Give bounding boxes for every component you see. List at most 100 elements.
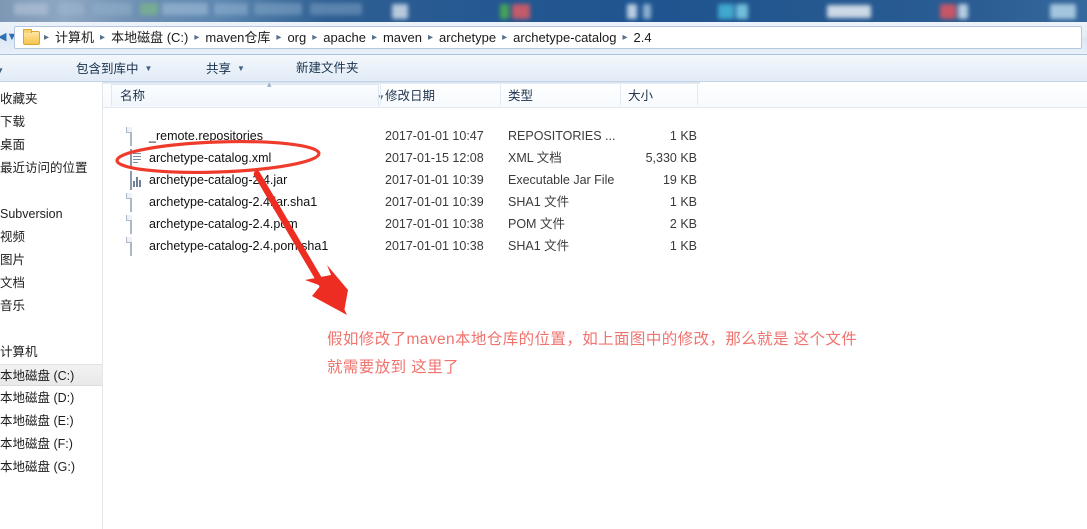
file-name: archetype-catalog-2.4.jar xyxy=(149,173,288,187)
nav-arrows-group[interactable]: ◀ ▼ xyxy=(0,28,17,46)
file-name: archetype-catalog-2.4.pom xyxy=(149,217,298,231)
breadcrumb-item-computer[interactable]: 计算机 xyxy=(50,27,99,48)
file-size: 5,330 KB xyxy=(645,151,697,165)
table-row[interactable]: archetype-catalog-2.4.pom.sha1 2017-01-0… xyxy=(103,236,1087,257)
breadcrumb-separator[interactable]: ▸ xyxy=(193,27,200,48)
table-row[interactable]: archetype-catalog-2.4.jar.sha1 2017-01-0… xyxy=(103,192,1087,213)
column-header-type[interactable]: 类型 xyxy=(508,85,533,107)
sidebar-item-recent-places[interactable]: 最近访问的位置 xyxy=(0,157,102,179)
taskbar-text-blob xyxy=(14,3,48,15)
toolbar-share[interactable]: 共享 ▼ xyxy=(200,59,251,78)
table-row[interactable]: archetype-catalog.xml 2017-01-15 12:08 X… xyxy=(103,148,1087,169)
explorer-window: ◀ ▼ ▸ 计算机 ▸ 本地磁盘 (C:) ▸ maven仓库 ▸ org ▸ … xyxy=(0,22,1087,529)
table-row[interactable]: archetype-catalog-2.4.pom 2017-01-01 10:… xyxy=(103,214,1087,235)
file-name: archetype-catalog-2.4.jar.sha1 xyxy=(149,195,318,209)
breadcrumb-separator[interactable]: ▸ xyxy=(371,27,378,48)
column-divider[interactable] xyxy=(500,84,501,105)
taskbar-text-blob xyxy=(92,3,132,15)
breadcrumb-item-maven[interactable]: maven xyxy=(378,27,427,48)
taskbar-app-icon[interactable] xyxy=(627,4,637,19)
file-type: SHA1 文件 xyxy=(508,239,570,253)
document-icon xyxy=(130,237,144,256)
sidebar-item-music[interactable]: 音乐 xyxy=(0,295,102,317)
breadcrumb-item-maven-repo[interactable]: maven仓库 xyxy=(200,27,275,48)
navigation-pane[interactable]: 收藏夹 下载 桌面 最近访问的位置 Subversion 视频 图片 文档 音乐… xyxy=(0,82,103,529)
toolbar-new-folder[interactable]: 新建文件夹 xyxy=(290,59,365,78)
breadcrumb-item-local-disk-c[interactable]: 本地磁盘 (C:) xyxy=(106,27,193,48)
sidebar-item-local-disk-g[interactable]: 本地磁盘 (G:) xyxy=(0,456,102,478)
taskbar-app-icon[interactable] xyxy=(736,4,748,19)
sidebar-item-local-disk-d[interactable]: 本地磁盘 (D:) xyxy=(0,387,102,409)
sidebar-item-computer[interactable]: 计算机 xyxy=(0,341,102,363)
sidebar-item-local-disk-c[interactable]: 本地磁盘 (C:) xyxy=(0,364,102,386)
file-date: 2017-01-01 10:38 xyxy=(385,217,484,231)
sort-ascending-icon: ▴ xyxy=(267,79,272,89)
taskbar-text-blob xyxy=(254,3,302,15)
command-toolbar: ▾ 包含到库中 ▼ 共享 ▼ 新建文件夹 xyxy=(0,54,1087,82)
file-date: 2017-01-15 12:08 xyxy=(385,151,484,165)
taskbar-app-icon[interactable] xyxy=(827,5,871,18)
breadcrumb-separator[interactable]: ▸ xyxy=(427,27,434,48)
column-header-name-label: 名称 xyxy=(120,89,146,103)
sidebar-item-favorites[interactable]: 收藏夹 xyxy=(0,88,102,110)
column-header-date[interactable]: 修改日期 xyxy=(385,85,435,107)
taskbar-app-icon[interactable] xyxy=(1050,4,1076,19)
file-name: _remote.repositories xyxy=(149,129,263,143)
desktop-taskbar xyxy=(0,0,1087,22)
taskbar-app-icon[interactable] xyxy=(718,4,734,19)
column-divider[interactable] xyxy=(697,84,698,105)
sidebar-item-subversion[interactable]: Subversion xyxy=(0,203,102,225)
sidebar-item-pictures[interactable]: 图片 xyxy=(0,249,102,271)
breadcrumb-separator[interactable]: ▸ xyxy=(622,27,629,48)
sidebar-item-local-disk-e[interactable]: 本地磁盘 (E:) xyxy=(0,410,102,432)
document-icon xyxy=(130,193,144,212)
sidebar-item-desktop[interactable]: 桌面 xyxy=(0,134,102,156)
file-type: POM 文件 xyxy=(508,217,565,231)
sidebar-item-downloads[interactable]: 下载 xyxy=(0,111,102,133)
breadcrumb-separator[interactable]: ▸ xyxy=(99,27,106,48)
toolbar-new-folder-label: 新建文件夹 xyxy=(296,61,359,75)
breadcrumb-item-archetype-catalog[interactable]: archetype-catalog xyxy=(508,27,621,48)
breadcrumb-separator[interactable]: ▸ xyxy=(43,27,50,48)
breadcrumb-separator[interactable]: ▸ xyxy=(501,27,508,48)
organize-caret-icon[interactable]: ▾ xyxy=(0,64,3,77)
table-row[interactable]: archetype-catalog-2.4.jar 2017-01-01 10:… xyxy=(103,170,1087,191)
breadcrumb-item-version[interactable]: 2.4 xyxy=(629,27,657,48)
file-list-pane[interactable]: ▴ 名称 ▼ 修改日期 类型 大小 _remote.repositories 2… xyxy=(103,79,1087,529)
taskbar-app-icon[interactable] xyxy=(392,4,408,19)
taskbar-app-icon[interactable] xyxy=(643,4,651,19)
taskbar-blur-layer xyxy=(0,0,1087,22)
breadcrumb-item-archetype[interactable]: archetype xyxy=(434,27,501,48)
file-size: 1 KB xyxy=(669,239,697,253)
taskbar-app-icon[interactable] xyxy=(500,4,509,19)
breadcrumb-separator[interactable]: ▸ xyxy=(275,27,282,48)
sidebar-item-local-disk-f[interactable]: 本地磁盘 (F:) xyxy=(0,433,102,455)
breadcrumb-separator[interactable]: ▸ xyxy=(311,27,318,48)
column-divider[interactable] xyxy=(380,84,381,105)
chevron-down-icon: ▼ xyxy=(144,64,153,73)
address-bar: ◀ ▼ ▸ 计算机 ▸ 本地磁盘 (C:) ▸ maven仓库 ▸ org ▸ … xyxy=(0,22,1087,54)
jar-file-icon xyxy=(130,171,144,190)
taskbar-text-blob xyxy=(58,3,84,15)
breadcrumb-field[interactable]: ▸ 计算机 ▸ 本地磁盘 (C:) ▸ maven仓库 ▸ org ▸ apac… xyxy=(14,26,1082,49)
file-size: 2 KB xyxy=(669,217,697,231)
taskbar-app-icon[interactable] xyxy=(958,4,968,19)
file-date: 2017-01-01 10:38 xyxy=(385,239,484,253)
file-type: XML 文档 xyxy=(508,151,562,165)
file-type: SHA1 文件 xyxy=(508,195,570,209)
file-size: 1 KB xyxy=(669,129,697,143)
file-date: 2017-01-01 10:47 xyxy=(385,129,484,143)
folder-icon xyxy=(23,28,40,45)
breadcrumb-item-org[interactable]: org xyxy=(282,27,311,48)
column-header-size[interactable]: 大小 xyxy=(628,85,653,107)
document-icon xyxy=(130,127,144,146)
taskbar-app-icon[interactable] xyxy=(940,4,956,19)
toolbar-include-in-library[interactable]: 包含到库中 ▼ xyxy=(70,59,158,78)
sidebar-item-documents[interactable]: 文档 xyxy=(0,272,102,294)
column-divider[interactable] xyxy=(620,84,621,105)
breadcrumb-item-apache[interactable]: apache xyxy=(318,27,371,48)
taskbar-app-icon[interactable] xyxy=(512,4,530,19)
table-row[interactable]: _remote.repositories 2017-01-01 10:47 RE… xyxy=(103,126,1087,147)
sidebar-item-videos[interactable]: 视频 xyxy=(0,226,102,248)
column-header-name[interactable]: ▴ 名称 ▼ xyxy=(111,79,385,106)
